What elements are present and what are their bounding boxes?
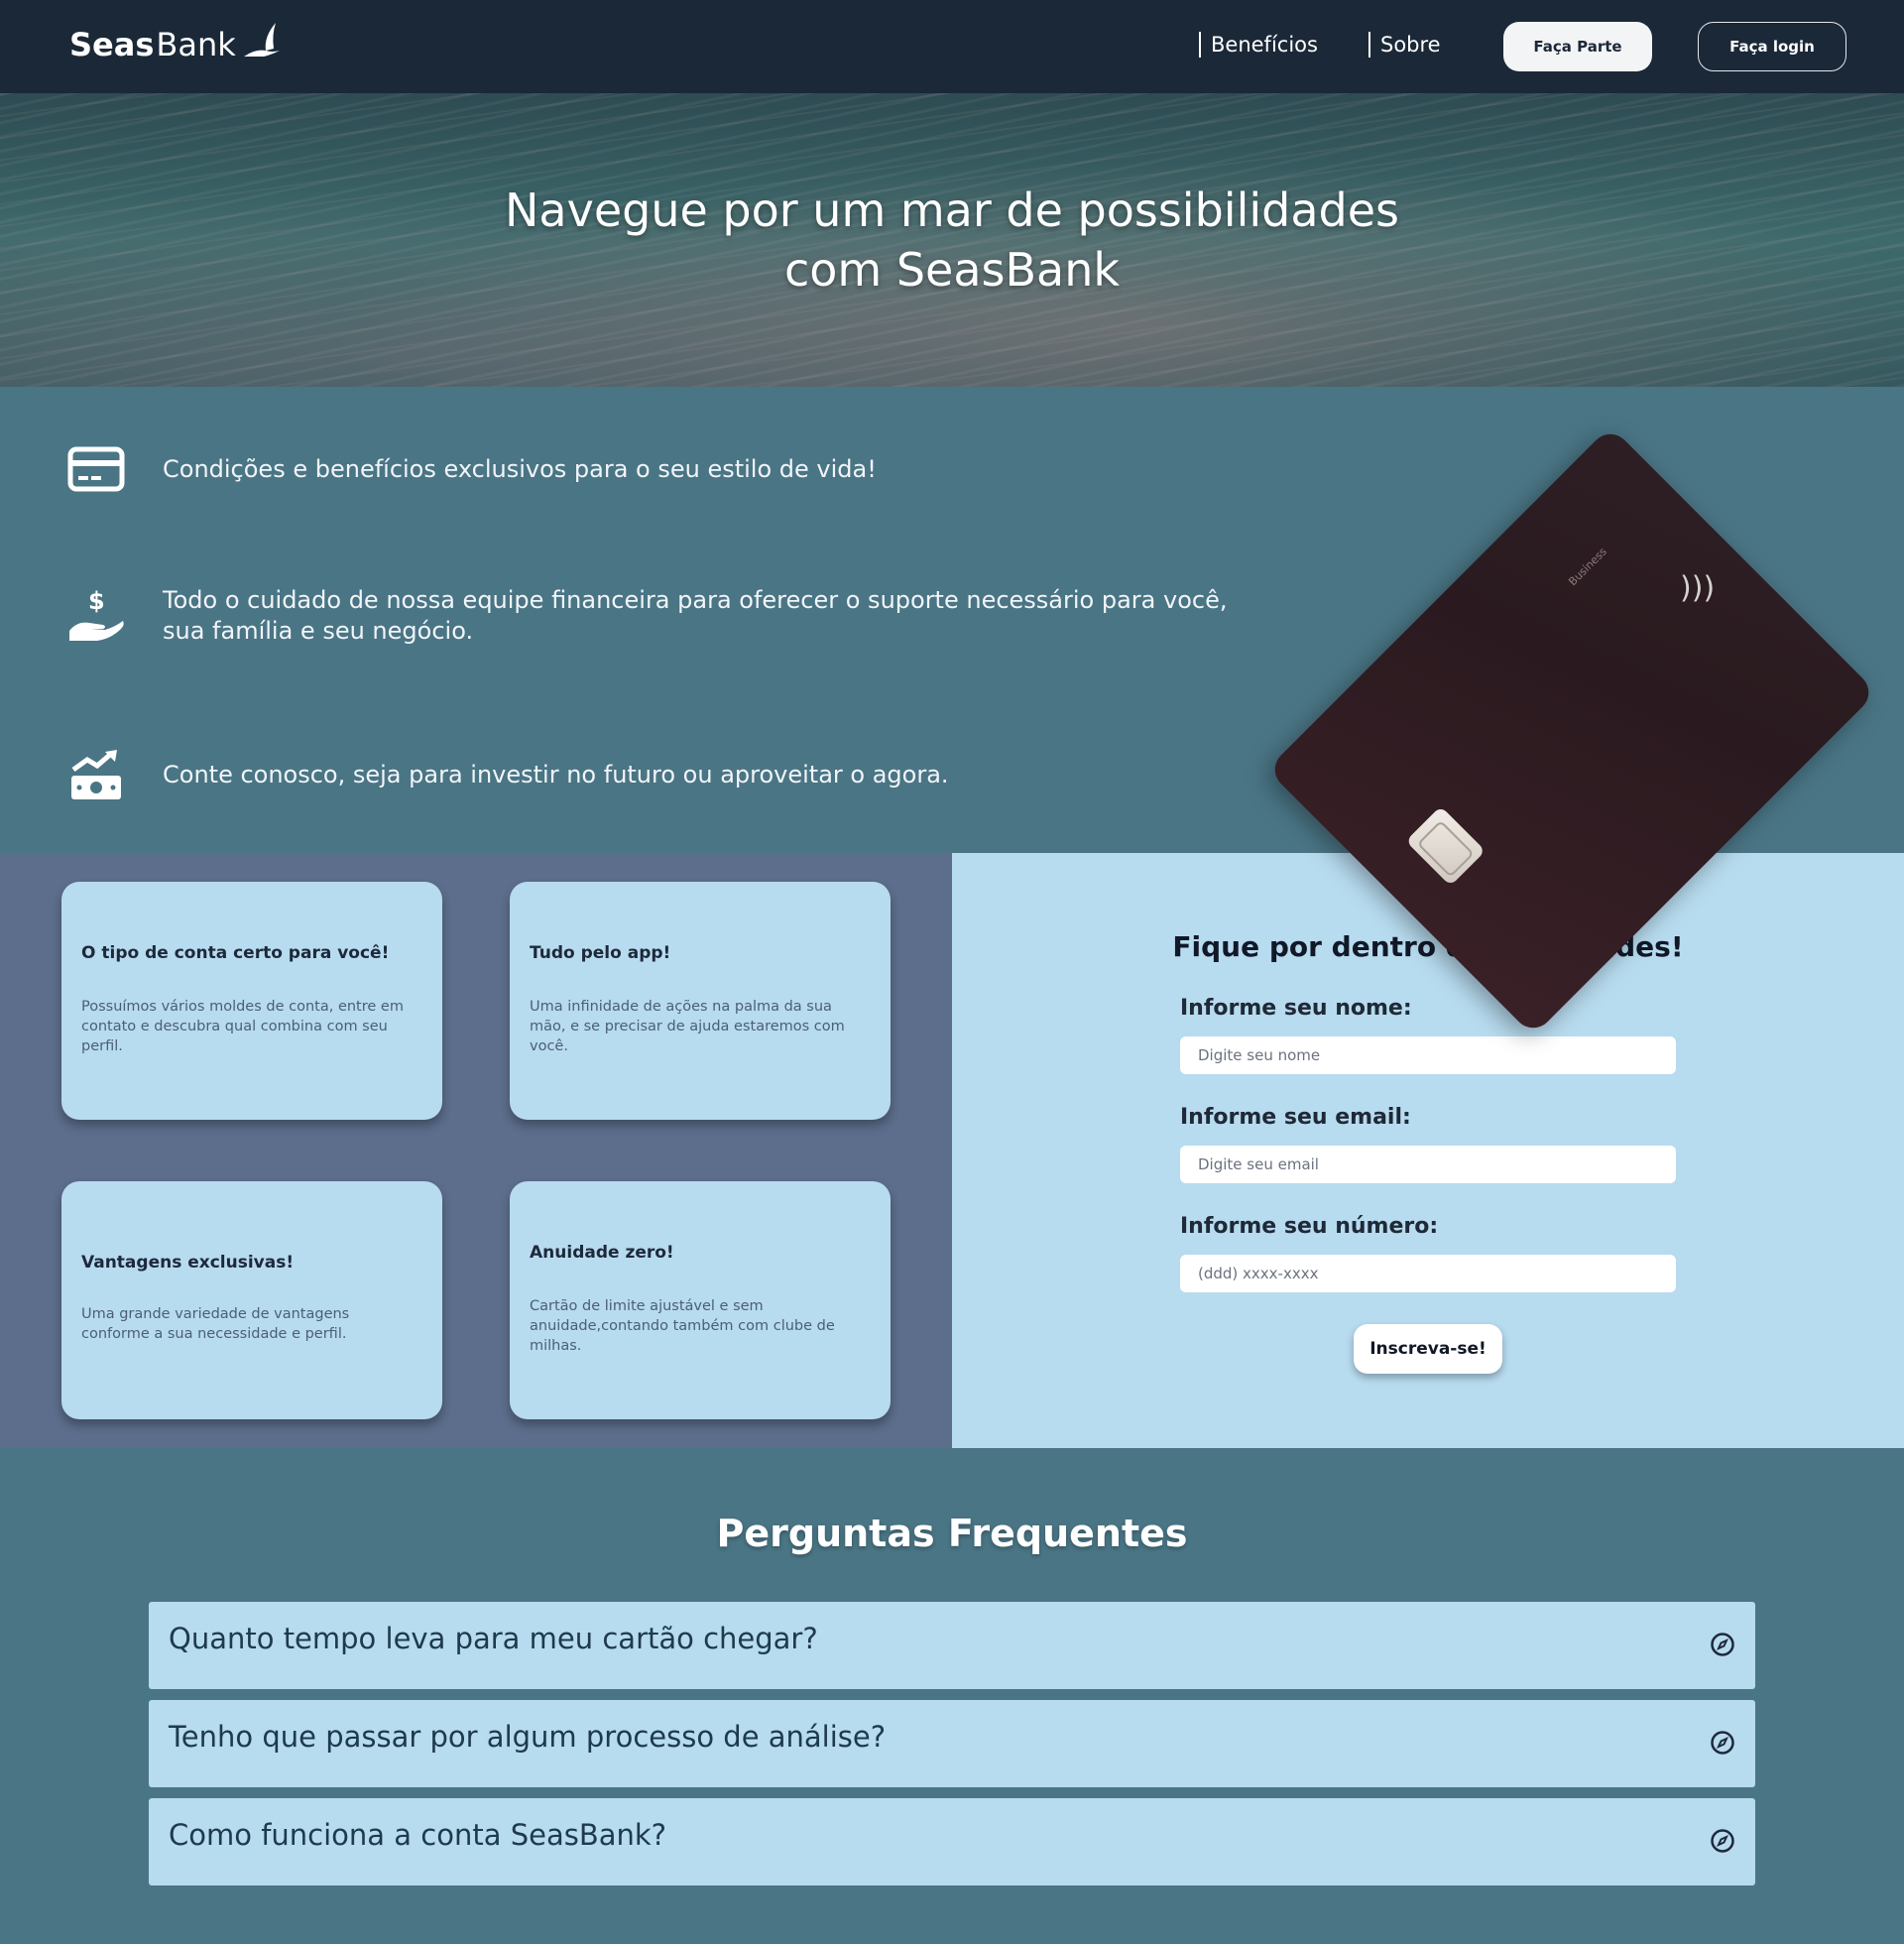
join-button[interactable]: Faça Parte [1503,22,1652,71]
subscribe-button[interactable]: Inscreva-se! [1354,1324,1502,1374]
credit-card-icon [67,440,125,498]
faq-section: Perguntas Frequentes Quanto tempo leva p… [0,1448,1904,1944]
name-input[interactable] [1180,1036,1676,1074]
compass-icon[interactable] [1710,1730,1735,1756]
svg-text:$: $ [88,587,105,615]
info-card-title: Anuidade zero! [530,1243,674,1263]
info-card-title: Tudo pelo app! [530,943,671,963]
hand-dollar-icon: $ [67,587,125,645]
info-card: Vantagens exclusivas! Uma grande varieda… [61,1181,442,1419]
feature-text: Conte conosco, seja para investir no fut… [163,760,949,789]
info-card-desc: Uma grande variedade de vantagens confor… [81,1306,350,1342]
feature-item: Condições e benefícios exclusivos para o… [67,440,877,498]
name-label: Informe seu nome: [1180,996,1412,1021]
faq-item[interactable]: Quanto tempo leva para meu cartão chegar… [149,1602,1755,1689]
info-card: Anuidade zero! Cartão de limite ajustáve… [510,1181,891,1419]
seagull-icon [243,23,280,57]
top-navbar: Seas Bank Benefícios Sobre Faça Parte Fa… [0,0,1904,93]
phone-input[interactable] [1180,1255,1676,1292]
feature-item: $ Todo o cuidado de nossa equipe finance… [67,585,1253,647]
faq-question: Como funciona a conta SeasBank? [169,1818,667,1852]
compass-icon[interactable] [1710,1828,1735,1854]
info-card: Tudo pelo app! Uma infinidade de ações n… [510,882,891,1120]
info-card-desc: Possuímos vários moldes de conta, entre … [81,999,404,1054]
feature-item: Conte conosco, seja para investir no fut… [67,746,949,803]
email-label: Informe seu email: [1180,1105,1411,1130]
faq-question: Quanto tempo leva para meu cartão chegar… [169,1622,818,1655]
card-chip [1405,805,1487,887]
faq-title: Perguntas Frequentes [716,1512,1188,1555]
info-card: O tipo de conta certo para você! Possuím… [61,882,442,1120]
card-label: Business [1566,545,1609,589]
money-growth-icon [67,746,125,803]
compass-icon[interactable] [1710,1632,1735,1657]
logo[interactable]: Seas Bank [69,23,282,63]
faq-item[interactable]: Tenho que passar por algum processo de a… [149,1700,1755,1787]
hero-title-line2: com SeasBank [783,243,1121,297]
faq-question: Tenho que passar por algum processo de a… [169,1720,887,1754]
nav-link-beneficios[interactable]: Benefícios [1199,32,1318,58]
feature-text: Todo o cuidado de nossa equipe financeir… [163,586,1228,645]
newsletter-section: Fique por dentro das novidades! Informe … [952,853,1904,1448]
nav-link-sobre[interactable]: Sobre [1368,32,1441,58]
login-button[interactable]: Faça login [1698,22,1846,71]
hero-banner: Navegue por um mar de possibilidades com… [0,93,1904,387]
logo-text-light: Bank [156,26,236,63]
feature-text: Condições e benefícios exclusivos para o… [163,454,877,483]
info-card-title: Vantagens exclusivas! [81,1253,295,1273]
logo-text-bold: Seas [69,26,155,63]
phone-label: Informe seu número: [1180,1214,1439,1239]
email-input[interactable] [1180,1146,1676,1183]
info-card-title: O tipo de conta certo para você! [81,943,390,963]
faq-item[interactable]: Como funciona a conta SeasBank? [149,1798,1755,1885]
hero-title-line1: Navegue por um mar de possibilidades [505,183,1399,237]
info-cards-section: O tipo de conta certo para você! Possuím… [0,853,952,1448]
contactless-icon: ))) [1680,570,1716,606]
info-card-desc: Uma infinidade de ações na palma da sua … [530,999,845,1054]
newsletter-title: Fique por dentro das novidades! [1172,930,1684,963]
hero-title: Navegue por um mar de possibilidades com… [0,181,1904,300]
info-card-desc: Cartão de limite ajustável e sem anuidad… [530,1298,835,1354]
